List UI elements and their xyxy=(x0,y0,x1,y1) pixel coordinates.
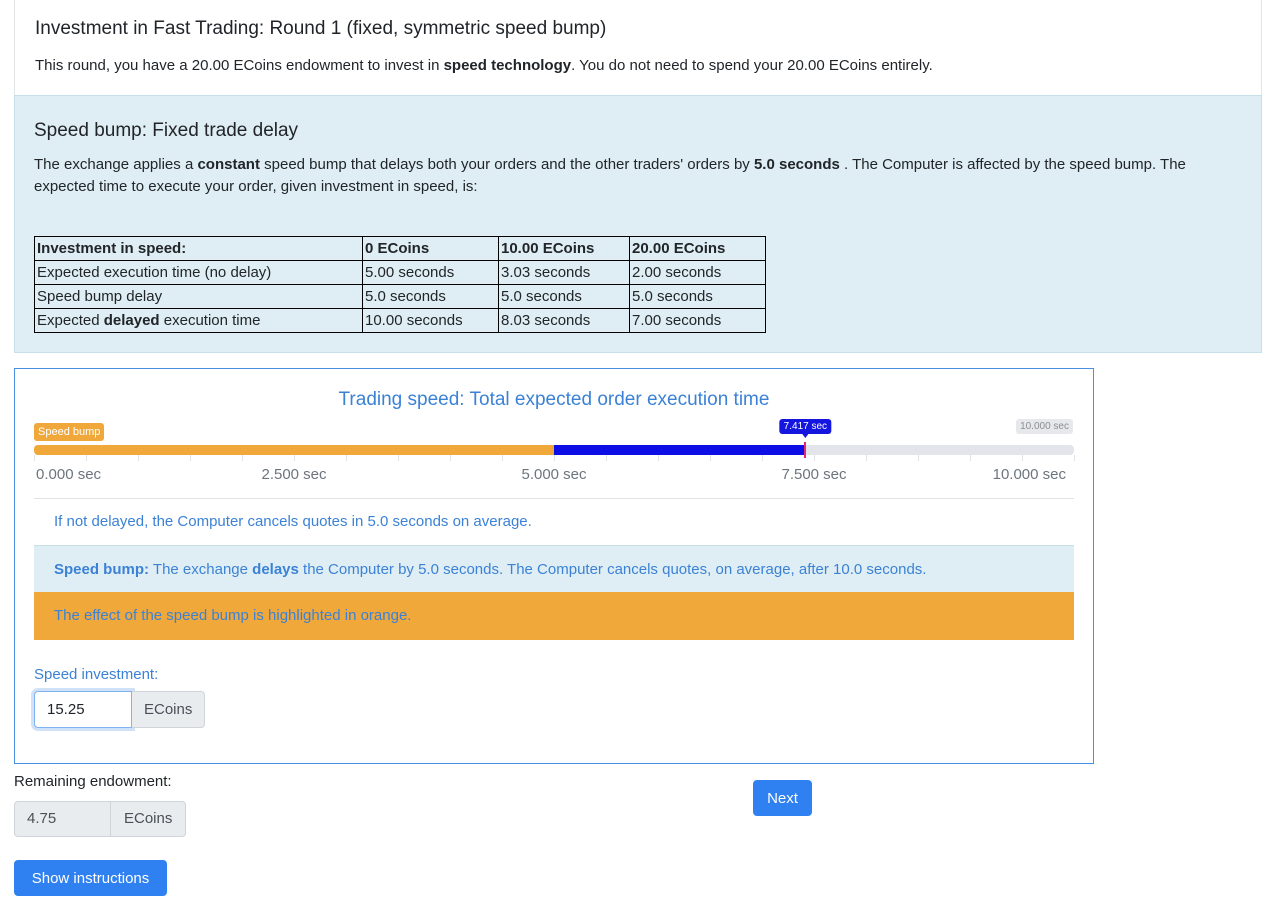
table-header-cell: Investment in speed: xyxy=(34,236,363,261)
speed-bump-description: The exchange applies a constant speed bu… xyxy=(34,154,1249,198)
table-row: Expected execution time (no delay) 5.00 … xyxy=(34,260,766,285)
slider-tick xyxy=(450,455,451,461)
table-cell: 10.00 seconds xyxy=(362,308,499,333)
computer-cancel-info: If not delayed, the Computer cancels quo… xyxy=(54,513,532,530)
tick-label: 7.500 sec xyxy=(781,466,847,483)
sb-text-2: speed bump that delays both your orders … xyxy=(259,156,754,173)
trading-speed-title: Trading speed: Total expected order exec… xyxy=(338,389,770,410)
slider-tick xyxy=(346,455,347,461)
tick-label: 5.000 sec xyxy=(521,466,587,483)
slider-tick xyxy=(762,455,763,461)
round-text-bold: speed technology xyxy=(443,57,572,74)
speed-investment-group: ECoins xyxy=(34,691,206,728)
trading-speed-panel: Trading speed: Total expected order exec… xyxy=(14,368,1094,764)
tick-label: 10.000 sec xyxy=(992,466,1066,483)
execution-time-slider[interactable] xyxy=(34,445,1074,455)
table-cell: 3.03 seconds xyxy=(498,260,630,285)
remaining-endowment-value: 4.75 xyxy=(14,801,111,837)
round-description: This round, you have a 20.00 ECoins endo… xyxy=(35,57,933,74)
show-instructions-button[interactable]: Show instructions xyxy=(14,860,167,896)
remaining-endowment-unit: ECoins xyxy=(111,801,187,837)
investment-segment xyxy=(554,445,806,455)
speed-bump-chip: Speed bump xyxy=(34,423,105,441)
speed-investment-label: Speed investment: xyxy=(34,666,159,683)
slider-ticks xyxy=(34,455,1075,463)
round-text-post: . You do not need to spend your 20.00 EC… xyxy=(571,57,933,74)
slider-tick xyxy=(1022,455,1023,461)
table-cell: Expected delayed execution time xyxy=(34,308,363,333)
speed-bump-segment xyxy=(34,445,554,455)
table-cell: 5.0 seconds xyxy=(362,284,499,309)
table-row: Speed bump delay 5.0 seconds 5.0 seconds… xyxy=(34,284,766,309)
table-cell: 5.0 seconds xyxy=(498,284,630,309)
orange-highlight-note: The effect of the speed bump is highligh… xyxy=(34,592,1074,640)
slider-tick xyxy=(138,455,139,461)
slider-tick xyxy=(294,455,295,461)
sb-bold-1: constant xyxy=(197,156,260,173)
slider-max-chip: 10.000 sec xyxy=(1016,419,1073,434)
round-card: Investment in Fast Trading: Round 1 (fix… xyxy=(14,0,1262,96)
sb-text-1: The exchange applies a xyxy=(34,156,198,173)
slider-tick xyxy=(918,455,919,461)
next-button[interactable]: Next xyxy=(753,780,812,816)
speed-bump-info: Speed bump: The exchange delays the Comp… xyxy=(34,545,1074,592)
remaining-endowment-group: 4.75 ECoins xyxy=(14,801,187,837)
slider-tick xyxy=(502,455,503,461)
table-header-cell: 0 ECoins xyxy=(362,236,499,261)
tick-label: 2.500 sec xyxy=(261,466,327,483)
table-row: Expected delayed execution time 10.00 se… xyxy=(34,308,766,333)
round-title: Investment in Fast Trading: Round 1 (fix… xyxy=(35,18,607,39)
table-cell: Speed bump delay xyxy=(34,284,363,309)
table-cell: 2.00 seconds xyxy=(629,260,766,285)
slider-tick xyxy=(658,455,659,461)
remaining-endowment-label: Remaining endowment: xyxy=(14,773,172,790)
table-header-cell: 20.00 ECoins xyxy=(629,236,766,261)
table-cell: 5.00 seconds xyxy=(362,260,499,285)
speed-bump-alert: Speed bump: Fixed trade delay The exchan… xyxy=(14,95,1262,353)
execution-time-table: Investment in speed: 0 ECoins 10.00 ECoi… xyxy=(34,236,766,333)
slider-tick xyxy=(190,455,191,461)
round-text-pre: This round, you have a 20.00 ECoins endo… xyxy=(35,57,444,74)
slider-tick xyxy=(34,455,35,461)
slider-value-chip: 7.417 sec xyxy=(779,419,832,438)
slider-tick xyxy=(866,455,867,461)
slider-tick xyxy=(606,455,607,461)
slider-tick xyxy=(710,455,711,461)
table-header-cell: 10.00 ECoins xyxy=(498,236,630,261)
slider-tick xyxy=(970,455,971,461)
table-cell: 7.00 seconds xyxy=(629,308,766,333)
tick-label: 0.000 sec xyxy=(36,466,102,483)
slider-tick xyxy=(1074,455,1075,461)
speed-investment-unit: ECoins xyxy=(132,691,206,728)
slider-tick xyxy=(814,455,815,461)
table-cell: 5.0 seconds xyxy=(629,284,766,309)
slider-tick xyxy=(242,455,243,461)
slider-tick xyxy=(398,455,399,461)
speed-bump-title: Speed bump: Fixed trade delay xyxy=(34,120,299,141)
slider-tick xyxy=(86,455,87,461)
speed-investment-input[interactable] xyxy=(34,691,132,728)
table-cell: Expected execution time (no delay) xyxy=(34,260,363,285)
table-header-row: Investment in speed: 0 ECoins 10.00 ECoi… xyxy=(34,236,766,261)
table-cell: 8.03 seconds xyxy=(498,308,630,333)
slider-tick xyxy=(554,455,555,461)
sb-bold-2: 5.0 seconds xyxy=(753,156,840,173)
